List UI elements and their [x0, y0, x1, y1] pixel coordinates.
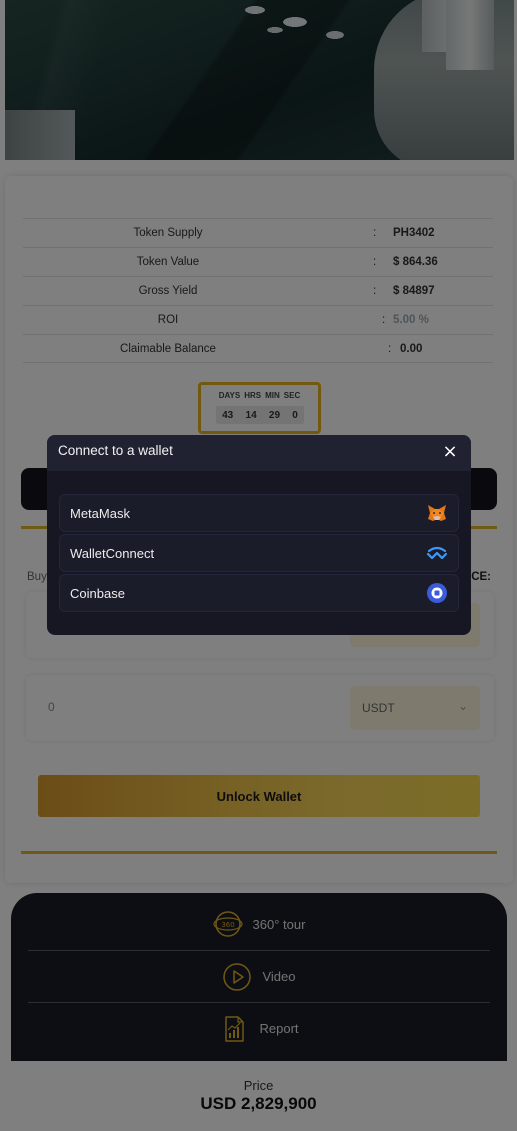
wallet-name: WalletConnect — [70, 545, 155, 561]
wallet-option-coinbase[interactable]: Coinbase — [59, 574, 459, 612]
modal-header: Connect to a wallet × — [47, 435, 471, 471]
wallet-name: Coinbase — [70, 585, 125, 601]
walletconnect-icon — [426, 542, 448, 564]
metamask-fox-icon — [426, 502, 448, 524]
close-icon[interactable]: × — [439, 441, 461, 463]
wallet-name: MetaMask — [70, 505, 130, 521]
wallet-option-metamask[interactable]: MetaMask — [59, 494, 459, 532]
connect-wallet-modal: Connect to a wallet × MetaMask WalletCon… — [47, 435, 471, 635]
modal-title: Connect to a wallet — [58, 443, 173, 458]
wallet-option-walletconnect[interactable]: WalletConnect — [59, 534, 459, 572]
coinbase-icon — [426, 582, 448, 604]
